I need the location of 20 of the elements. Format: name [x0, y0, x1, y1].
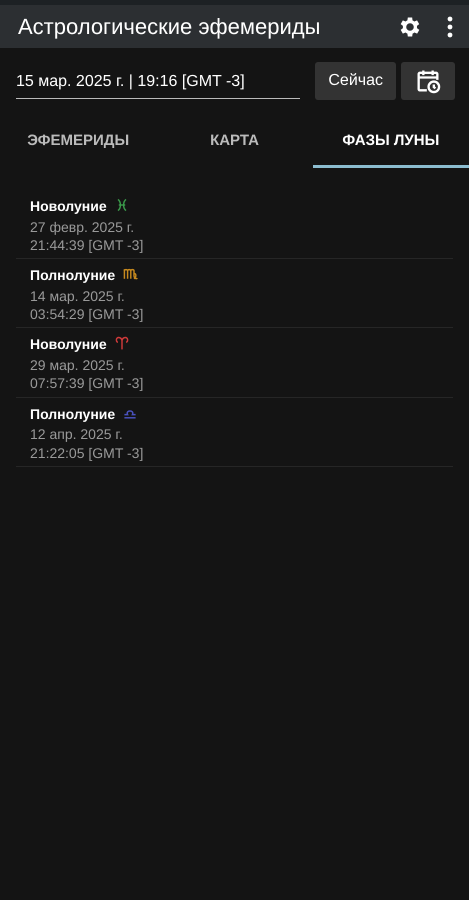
phase-title: Новолуние: [30, 336, 107, 352]
phase-title: Полнолуние: [30, 267, 116, 284]
phase-title: Новолуние: [30, 198, 107, 214]
calendar-clock-button[interactable]: [401, 62, 455, 100]
tab[interactable]: ФАЗЫ ЛУНЫ: [312, 117, 469, 168]
date-time-field[interactable]: 15 мар. 2025 г. | 19:16 [GMT -3]: [16, 64, 300, 98]
tab[interactable]: КАРТА: [156, 117, 313, 168]
phase-time: 21:22:05 [GMT -3]: [30, 444, 144, 462]
phase-time: 21:44:39 [GMT -3]: [30, 236, 144, 254]
phase-title: Полнолуние: [30, 406, 116, 422]
phase-date: 27 февр. 2025 г.: [30, 218, 136, 236]
app-title: Астрологические эфемериды: [18, 13, 322, 41]
phase-time: 07:57:39 [GMT -3]: [30, 374, 144, 393]
now-button[interactable]: Сейчас: [315, 62, 396, 100]
phase-date: 14 мар. 2025 г.: [30, 286, 126, 306]
tab[interactable]: ЭФЕМЕРИДЫ: [0, 117, 156, 168]
phase-time: 03:54:29 [GMT -3]: [30, 305, 144, 324]
phase-date: 29 мар. 2025 г.: [30, 356, 126, 374]
phase-date: 12 апр. 2025 г.: [30, 425, 124, 444]
more-menu-icon[interactable]: [447, 16, 453, 38]
